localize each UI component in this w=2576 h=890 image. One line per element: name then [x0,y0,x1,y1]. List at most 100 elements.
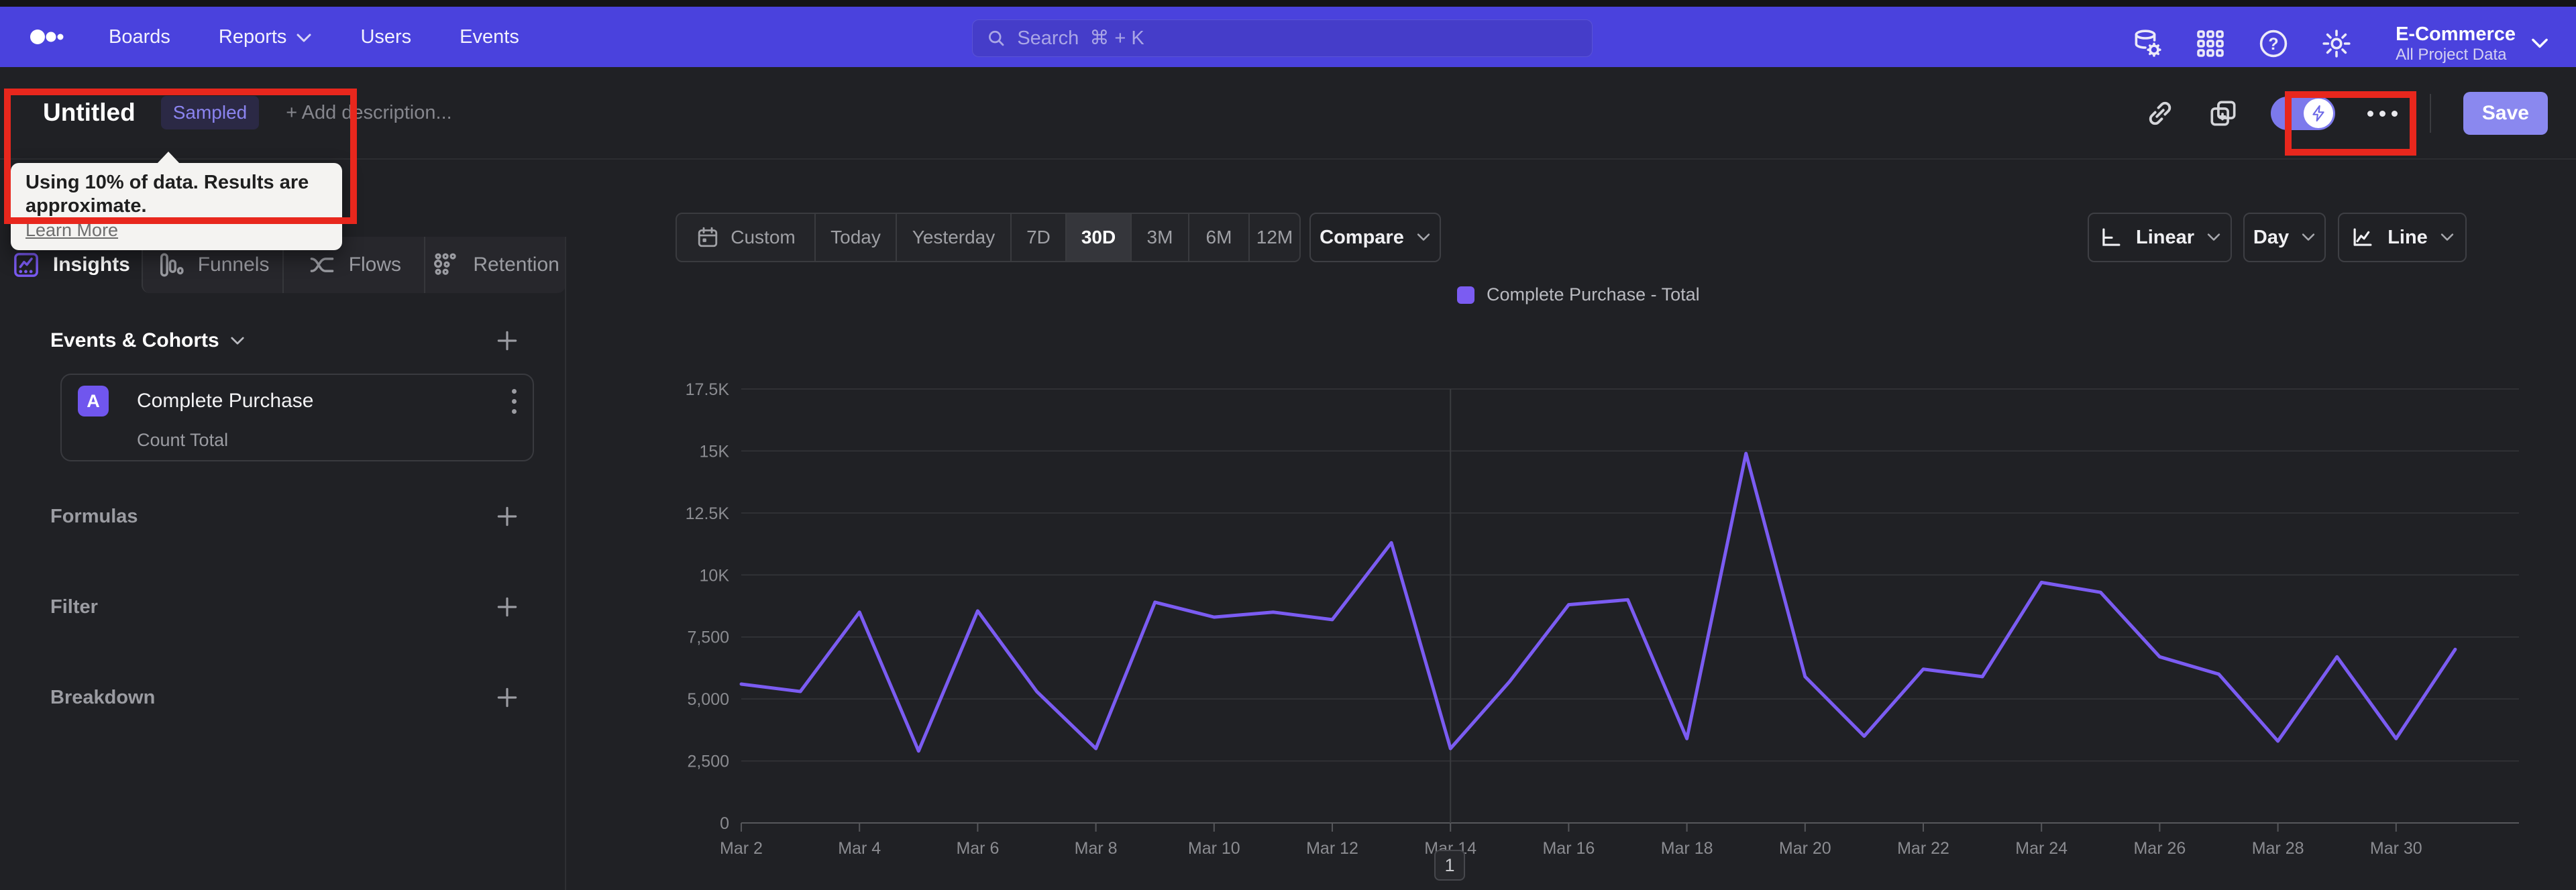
event-card[interactable]: A Complete Purchase Count Total [60,374,534,461]
search-bar[interactable] [972,19,1593,57]
add-breakdown-button[interactable] [494,685,520,710]
search-input[interactable] [1017,27,1578,50]
event-row: A Complete Purchase [78,386,517,416]
event-menu-icon[interactable] [512,388,517,414]
chart-type-label: Line [2387,226,2428,248]
add-to-board-icon[interactable] [2208,98,2239,129]
page-number-button[interactable]: 1 [1434,850,1465,881]
add-formula-button[interactable] [494,504,520,529]
apps-grid-icon[interactable] [2194,27,2226,60]
x-axis-label: Mar 18 [1661,839,1713,858]
nav-right-icons: ? E-Commerce All Project Data [2131,13,2549,74]
add-description-field[interactable]: + Add description... [286,102,451,124]
range-label: Custom [731,227,796,247]
events-cohorts-header: Events & Cohorts [50,322,520,359]
y-axis-label: 2,500 [687,753,729,771]
report-actions: Save [2145,67,2548,160]
scale-dropdown[interactable]: Linear [2088,213,2232,262]
insights-icon [13,253,38,277]
tab-label: Funnels [197,254,270,276]
data-line [739,451,2457,753]
nav-item-users[interactable]: Users [360,26,411,48]
event-metric[interactable]: Count Total [137,430,228,451]
range-label: 7D [1026,227,1051,247]
nav-item-events[interactable]: Events [460,26,519,48]
copy-link-icon[interactable] [2145,98,2176,129]
nav-item-reports[interactable]: Reports [219,26,313,48]
event-letter-badge: A [78,386,109,416]
nav-item-label: Events [460,25,519,48]
project-scope: All Project Data [2396,46,2507,64]
chevron-down-icon [297,34,311,42]
y-axis-label: 17.5K [686,380,730,399]
data-management-icon[interactable] [2131,27,2163,60]
project-switcher[interactable]: E-Commerce All Project Data [2396,23,2549,64]
x-axis-label: Mar 16 [1542,839,1595,858]
retention-icon [434,253,457,275]
add-event-button[interactable] [494,328,520,353]
line-chart-icon [2353,228,2372,246]
report-page: Untitled Sampled + Add description... Sa… [0,67,2576,890]
mixpanel-logo-icon[interactable] [30,27,64,46]
add-filter-button[interactable] [494,594,520,620]
nav-item-label: Reports [218,25,287,48]
chevron-down-icon [2302,233,2315,241]
chevron-down-icon [2532,38,2548,48]
x-axis-label: Mar 26 [2133,839,2186,858]
x-axis-label: Mar 2 [720,839,763,858]
section-label: Breakdown [50,686,156,708]
sampling-toggle-knob [2303,99,2333,128]
chart-type-dropdown[interactable]: Line [2338,213,2467,262]
flows-icon [310,258,334,272]
sampling-toggle[interactable] [2270,97,2335,130]
more-options-icon[interactable] [2367,110,2398,117]
line-chart[interactable]: 0 2,500 5,000 7,500 10K 12.5K 15K 17.5K Mar 2 Mar… [566,268,2576,890]
chevron-down-icon [1417,233,1430,241]
interval-dropdown[interactable]: Day [2243,213,2326,262]
x-axis-label: Mar 12 [1306,839,1358,858]
x-axis-label: Mar 6 [956,839,999,858]
range-option-12m[interactable]: 12M [1248,214,1299,261]
save-button[interactable]: Save [2463,92,2548,135]
range-option-custom[interactable]: Custom [677,214,814,261]
events-cohorts-toggle[interactable]: Events & Cohorts [50,329,245,352]
report-header: Untitled Sampled + Add description... Sa… [0,67,2576,160]
divider [2429,94,2431,133]
project-name: E-Commerce [2396,23,2516,45]
tab-retention[interactable]: Retention [424,237,566,293]
range-label: 30D [1081,227,1116,247]
chevron-down-icon [2207,233,2220,241]
search-icon [989,30,1004,46]
range-option-yesterday[interactable]: Yesterday [896,214,1010,261]
range-option-6m[interactable]: 6M [1188,214,1248,261]
x-axis-label: Mar 24 [2015,839,2068,858]
compare-button[interactable]: Compare [1309,213,1441,262]
funnels-icon [160,253,184,277]
learn-more-link[interactable]: Learn More [25,219,118,241]
report-title[interactable]: Untitled [43,99,136,127]
y-axis-label: 15K [700,442,730,461]
y-axis-label: 5,000 [687,690,729,709]
sampling-tooltip: Using 10% of data. Results are approxima… [11,152,342,250]
range-option-30d[interactable]: 30D [1065,214,1130,261]
tooltip-text: Using 10% of data. Results are approxima… [25,172,309,217]
help-icon[interactable]: ? [2257,27,2290,60]
tab-label: Flows [348,254,402,276]
settings-gear-icon[interactable] [2320,27,2353,60]
x-axis-label: Mar 8 [1075,839,1118,858]
nav-item-boards[interactable]: Boards [109,26,170,48]
range-option-today[interactable]: Today [814,214,896,261]
range-option-7d[interactable]: 7D [1010,214,1065,261]
range-label: Yesterday [912,227,996,247]
event-name[interactable]: Complete Purchase [137,390,313,412]
section-label: Formulas [50,505,138,527]
compare-label: Compare [1320,226,1404,248]
range-label: 3M [1146,227,1173,247]
calendar-icon [698,227,718,247]
linear-scale-icon [2102,228,2121,246]
sampled-badge[interactable]: Sampled [160,96,260,129]
range-option-3m[interactable]: 3M [1130,214,1188,261]
section-label: Events & Cohorts [50,329,219,351]
svg-text:?: ? [2268,35,2278,54]
formulas-section: Formulas [50,498,520,535]
